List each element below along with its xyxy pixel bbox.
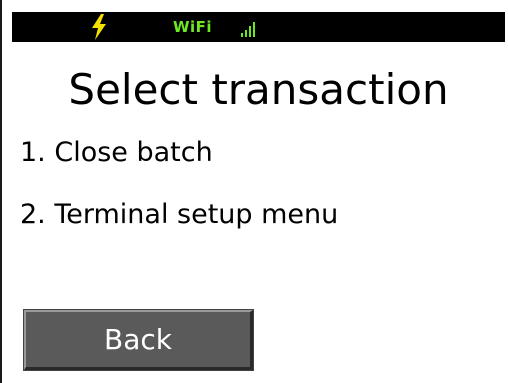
signal-bars-icon <box>240 18 260 38</box>
menu-item-terminal-setup[interactable]: 2. Terminal setup menu <box>20 198 338 232</box>
wifi-label: WiFi <box>173 18 213 36</box>
back-button[interactable]: Back <box>23 309 254 371</box>
terminal-screen: WiFi Select transaction 1. Close batch 2… <box>0 0 508 383</box>
lightning-bolt-icon <box>89 14 109 40</box>
page-title: Select transaction <box>68 65 449 114</box>
status-bar: WiFi <box>12 12 505 42</box>
menu-item-close-batch[interactable]: 1. Close batch <box>20 136 213 170</box>
